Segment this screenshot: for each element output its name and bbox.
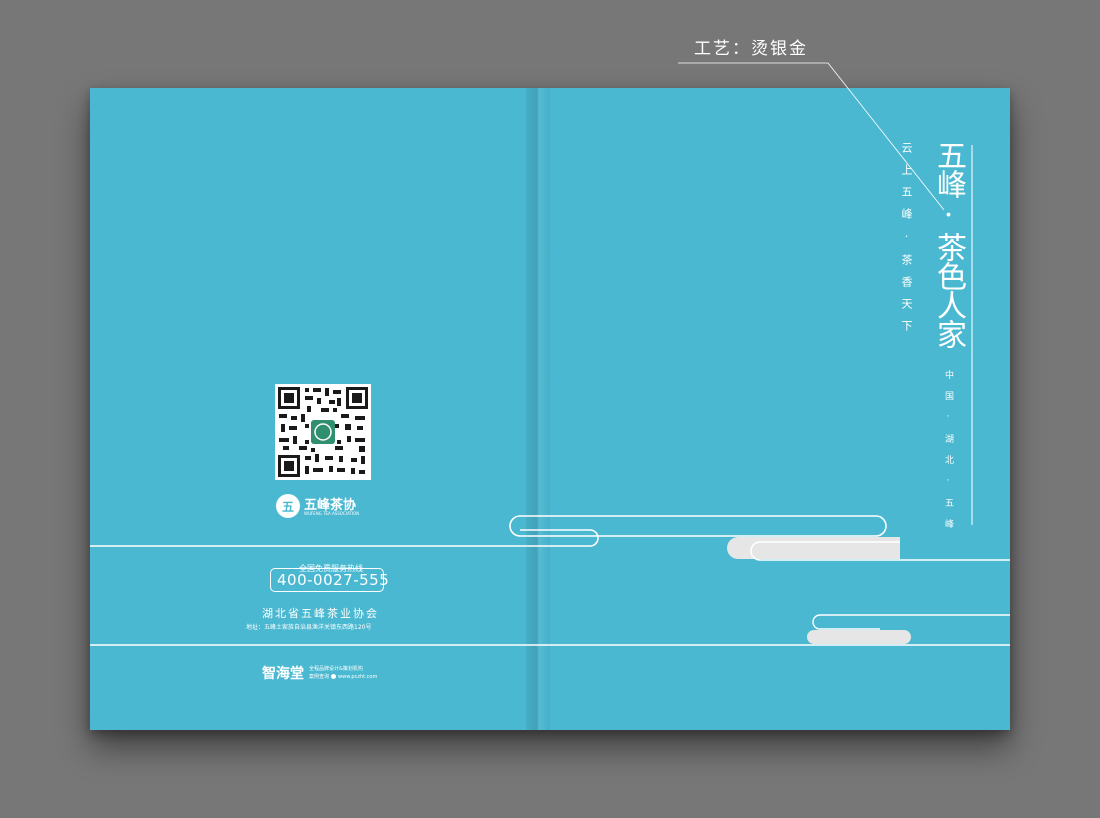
logo-mark-icon: 五 [276, 494, 300, 518]
association-address: 地址：五峰土家族自治县渔洋关镇东西路120号 [246, 624, 372, 631]
back-cover-slogan: 云上五峰·茶香天下 [900, 142, 913, 342]
qr-code-graphic [275, 384, 371, 480]
cloud-shape-6 [812, 614, 880, 630]
front-cover-title: 五峰·茶色人家 [931, 140, 966, 348]
agency-description: 全程品牌设计&策划机构 [309, 666, 363, 672]
globe-icon [331, 674, 337, 679]
agency-name: 智海堂 [262, 666, 304, 682]
cloud-shape-1 [509, 515, 887, 537]
hotline-number: 400-0027-555 [277, 571, 390, 589]
front-cover-location: 中国·湖北·五峰 [943, 370, 953, 540]
logo-name-en: WUFENG TEA ASSOCIATION [304, 511, 360, 516]
cloud-shape-2 [520, 529, 599, 547]
callout-leader [827, 62, 945, 211]
agency-site-url: www.pczht.com [338, 674, 378, 680]
mockup-stage: 工艺：烫银金 五峰·茶色人家 中国·湖北·五峰 云上五峰·茶香天下 五 五峰茶协… [0, 0, 1100, 818]
agency-site-line: 案例查询 www.pczht.com [309, 673, 377, 680]
qr-code-icon [275, 384, 371, 480]
decorative-lines [90, 62, 1010, 646]
agency-site-prefix: 案例查询 [309, 674, 330, 680]
association-logo: 五 五峰茶协 WUFENG TEA ASSOCIATION [276, 494, 376, 518]
association-name: 湖北省五峰茶业协会 [262, 607, 379, 620]
cloud-shape-5 [807, 630, 911, 644]
